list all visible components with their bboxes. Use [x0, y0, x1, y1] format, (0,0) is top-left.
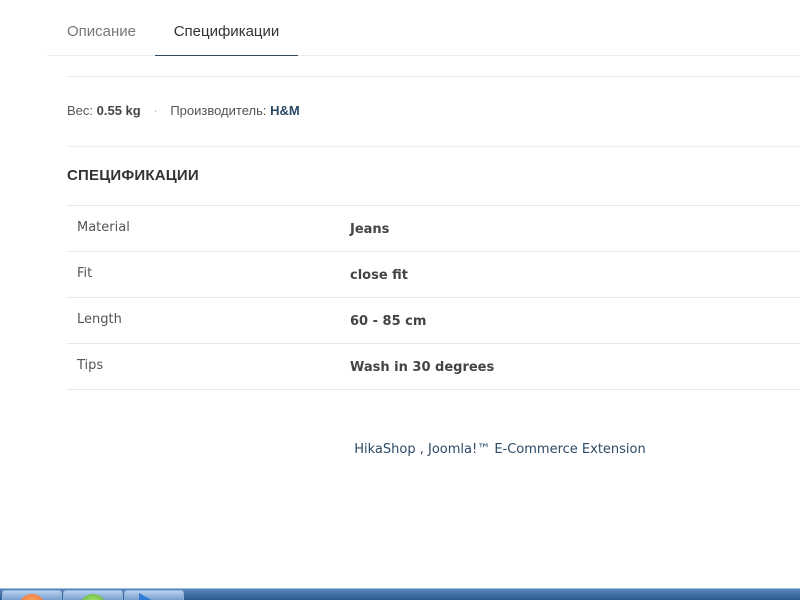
table-row: Length 60 - 85 cm — [67, 297, 800, 344]
media-player-icon — [139, 593, 155, 600]
firefox-icon — [19, 594, 45, 600]
spec-value: close fit — [350, 251, 800, 298]
specifications-table: Material Jeans Fit close fit Length 60 -… — [67, 205, 800, 390]
table-row: Fit close fit — [67, 251, 800, 298]
spec-value: Wash in 30 degrees — [350, 343, 800, 390]
divider — [67, 146, 800, 147]
weight-label: Вес: — [67, 103, 94, 118]
weight-value: 0.55 kg — [96, 103, 141, 118]
table-row: Tips Wash in 30 degrees — [67, 343, 800, 390]
meta-separator: · — [153, 103, 158, 118]
footer-link[interactable]: HikaShop , Joomla!™ E-Commerce Extension — [354, 442, 646, 457]
taskbar-button[interactable] — [124, 590, 184, 600]
product-tabs: Описание Спецификации — [47, 0, 800, 56]
spec-name: Material — [67, 205, 350, 252]
manufacturer-link[interactable]: H&M — [270, 103, 300, 118]
divider — [67, 76, 800, 77]
tab-specifications[interactable]: Спецификации — [155, 0, 298, 56]
chrome-icon — [80, 594, 106, 600]
spec-name: Tips — [67, 343, 350, 390]
taskbar-button[interactable] — [63, 590, 123, 600]
spec-value: 60 - 85 cm — [350, 297, 800, 344]
tab-description[interactable]: Описание — [67, 0, 136, 56]
footer: HikaShop , Joomla!™ E-Commerce Extension — [0, 442, 800, 457]
specifications-heading: СПЕЦИФИКАЦИИ — [67, 167, 199, 184]
manufacturer-label: Производитель: — [170, 103, 267, 118]
spec-name: Fit — [67, 251, 350, 298]
spec-value: Jeans — [350, 205, 800, 252]
taskbar — [0, 588, 800, 600]
table-row: Material Jeans — [67, 205, 800, 252]
taskbar-button[interactable] — [2, 590, 62, 600]
product-meta: Вес: 0.55 kg · Производитель: H&M — [67, 103, 300, 118]
spec-name: Length — [67, 297, 350, 344]
